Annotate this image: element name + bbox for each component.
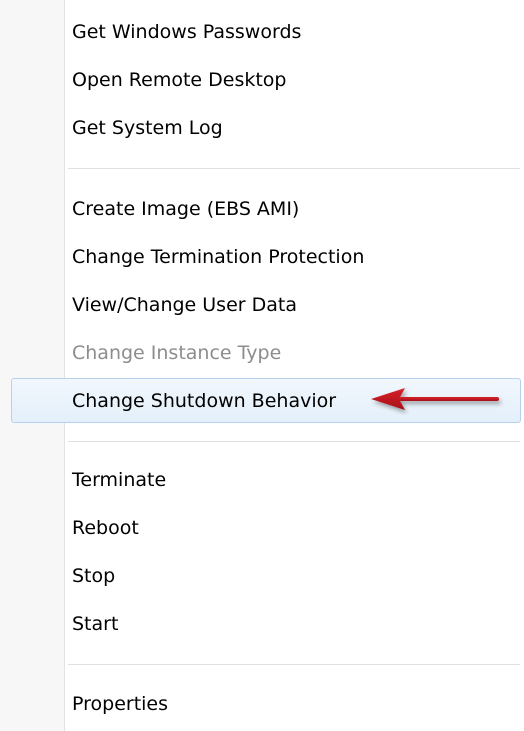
menu-item-change-termination-protection[interactable]: Change Termination Protection [10,240,520,274]
menu-item-properties[interactable]: Properties [10,687,520,721]
menu-separator [68,168,520,170]
menu-item-label: View/Change User Data [72,294,297,316]
menu-item-label: Open Remote Desktop [72,69,287,91]
menu-item-label: Properties [72,693,169,715]
menu-item-label: Terminate [72,469,167,491]
menu-item-create-image[interactable]: Create Image (EBS AMI) [10,192,520,226]
menu-item-terminate[interactable]: Terminate [10,463,520,497]
menu-item-label: Create Image (EBS AMI) [72,198,300,220]
menu-item-get-system-log[interactable]: Get System Log [10,111,520,145]
menu-item-change-instance-type: Change Instance Type [10,336,520,370]
menu-item-label: Stop [72,565,116,587]
menu-item-label: Get Windows Passwords [72,21,302,43]
menu-separator [68,664,520,666]
menu-item-label: Change Instance Type [72,342,282,364]
menu-item-label: Change Shutdown Behavior [72,389,337,412]
menu-item-view-change-user-data[interactable]: View/Change User Data [10,288,520,322]
menu-item-reboot[interactable]: Reboot [10,511,520,545]
red-arrow-icon [371,388,499,410]
menu-item-open-remote-desktop[interactable]: Open Remote Desktop [10,63,520,97]
menu-item-get-windows-passwords[interactable]: Get Windows Passwords [10,15,520,49]
menu-item-label: Reboot [72,517,139,539]
context-menu: Get Windows Passwords Open Remote Deskto… [0,0,524,731]
menu-item-label: Get System Log [72,117,223,139]
menu-item-label: Start [72,613,119,635]
menu-item-start[interactable]: Start [10,607,520,641]
menu-item-stop[interactable]: Stop [10,559,520,593]
menu-item-label: Change Termination Protection [72,246,365,268]
menu-separator [68,441,520,443]
